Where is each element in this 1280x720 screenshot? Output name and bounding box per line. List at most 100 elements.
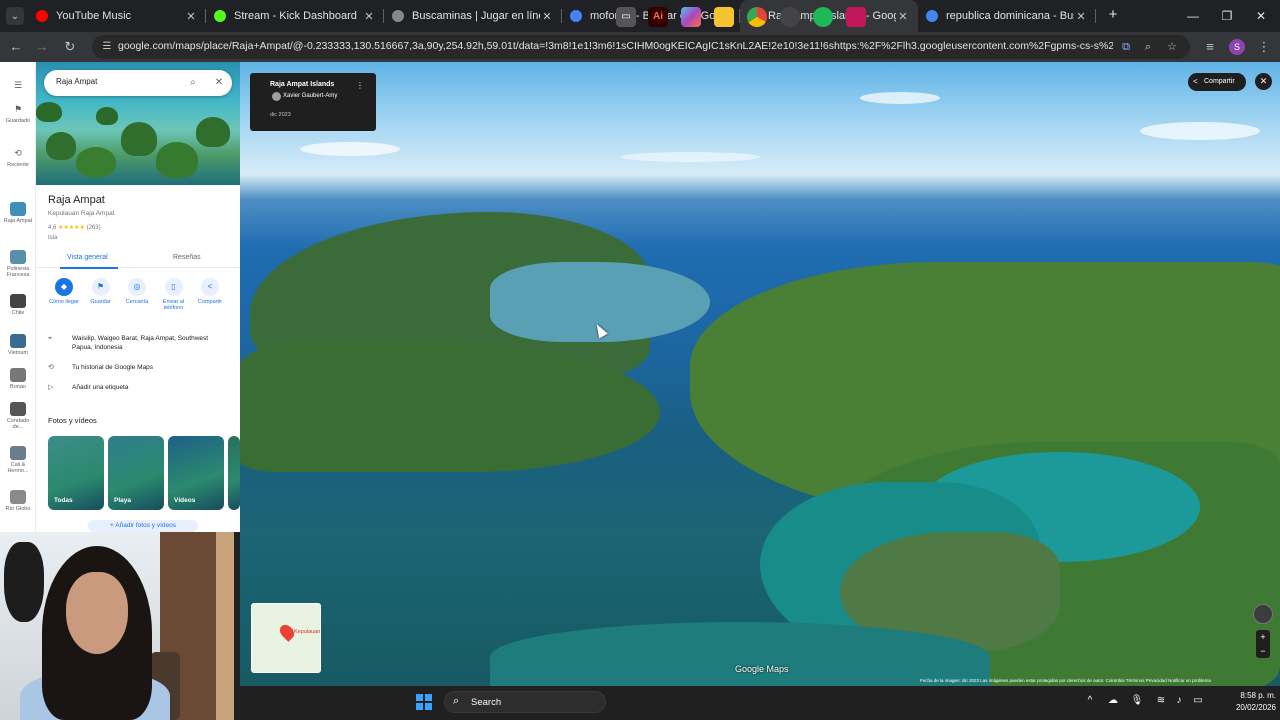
github-desktop-icon[interactable] xyxy=(780,7,800,27)
maximize-button[interactable]: ❐ xyxy=(1210,0,1244,32)
rail-item[interactable]: Río Globo xyxy=(2,490,34,512)
menu-icon[interactable]: ☰ xyxy=(2,78,34,94)
browser-tab[interactable]: Stream - Kick Dashboard ✕ xyxy=(206,0,384,32)
search-icon[interactable]: ⌕ xyxy=(186,76,200,90)
action-button[interactable]: ⚑ Guardar xyxy=(83,278,119,305)
zoom-icon[interactable]: ⌕ xyxy=(1140,39,1156,55)
attribution-bar[interactable]: Fecha de la imagen: dic 2023 Las imágene… xyxy=(920,678,1211,683)
action-button[interactable]: ▯ Enviar al teléfono xyxy=(156,278,192,311)
tab-overview[interactable]: Vista general xyxy=(67,254,108,261)
rating[interactable]: 4,6 ★★★★★ (263) xyxy=(48,224,101,231)
onedrive-icon[interactable]: ☁ xyxy=(1105,695,1121,706)
rail-item[interactable]: ⟲ Reciente xyxy=(2,146,34,168)
rail-item[interactable]: Cali & Hermo... xyxy=(2,446,34,474)
photo-thumbnail[interactable]: Vídeos xyxy=(168,436,224,510)
search-input[interactable] xyxy=(56,77,176,86)
back-button[interactable]: ← xyxy=(6,37,26,57)
history-icon: ⟲ xyxy=(14,148,22,158)
location-pin-icon: ⌖ xyxy=(48,335,52,342)
bookmark-star-icon[interactable]: ☆ xyxy=(1164,39,1180,55)
chrome-menu-icon[interactable]: ⋮ xyxy=(1254,37,1274,57)
add-photos-label: Añadir fotos y vídeos xyxy=(115,522,176,529)
reload-button[interactable]: ↻ xyxy=(60,37,80,57)
task-view-icon[interactable]: ▭ xyxy=(616,7,636,27)
share-label: Compartir xyxy=(1204,78,1235,85)
add-photos-button[interactable]: + Añadir fotos y vídeos xyxy=(88,520,198,532)
rail-item[interactable]: Vietnam xyxy=(2,334,34,356)
photo-author[interactable]: Xavier Gaubert-Amy xyxy=(283,93,337,99)
wifi-icon[interactable]: ≋ xyxy=(1153,695,1169,706)
browser-tab[interactable]: republica dominicana - Buscar con Google… xyxy=(918,0,1096,32)
photo-thumbnail[interactable] xyxy=(228,436,240,510)
show-hidden-icons[interactable]: ^ xyxy=(1082,695,1098,706)
rating-count[interactable]: (263) xyxy=(87,225,101,231)
rail-item-label: Bonao xyxy=(10,384,26,390)
close-tab-icon[interactable]: ✕ xyxy=(540,10,554,23)
close-tab-icon[interactable]: ✕ xyxy=(362,10,376,23)
minesweeper-icon xyxy=(392,10,404,22)
install-app-icon[interactable]: ⧉ xyxy=(1118,39,1134,55)
rail-item[interactable]: Condado de... xyxy=(2,402,34,430)
clear-search-icon[interactable]: ✕ xyxy=(212,76,226,90)
zoom-control[interactable]: + − xyxy=(1256,630,1270,658)
spotify-icon[interactable] xyxy=(813,7,833,27)
windows-start-icon[interactable] xyxy=(416,694,432,710)
site-info-icon[interactable]: ☰ xyxy=(100,40,114,54)
taskbar-search[interactable]: ⌕ Search xyxy=(444,691,606,713)
webcam-guitar xyxy=(4,542,44,622)
info-row[interactable]: ▷ Añadir una etiqueta xyxy=(48,383,228,392)
new-tab-button[interactable]: + xyxy=(1104,6,1122,24)
photo-title[interactable]: Raja Ampat Islands xyxy=(270,81,334,88)
file-explorer-icon[interactable] xyxy=(714,7,734,27)
forward-button[interactable]: → xyxy=(32,37,52,57)
address-bar[interactable]: ☰ google.com/maps/place/Raja+Ampat/@-0.2… xyxy=(92,35,1190,59)
action-button[interactable]: < Compartir xyxy=(192,278,228,305)
rail-item[interactable]: ⚑ Guardado xyxy=(2,102,34,124)
info-row[interactable]: ⌖ Waisilip, Waigeo Barat, Raja Ampat, Sou… xyxy=(48,334,228,352)
share-button[interactable]: < Compartir xyxy=(1188,73,1246,91)
close-window-button[interactable]: ✕ xyxy=(1244,0,1278,32)
more-options-icon[interactable]: ⋮ xyxy=(356,81,364,90)
recent-place-thumbnail xyxy=(10,294,26,308)
info-text: Tu historial de Google Maps xyxy=(72,364,154,371)
info-row[interactable]: ⟲ Tu historial de Google Maps xyxy=(48,363,228,372)
photo-info-card[interactable]: Raja Ampat Islands Xavier Gaubert-Amy di… xyxy=(250,73,376,131)
action-button[interactable]: ◎ Cercanía xyxy=(119,278,155,305)
browser-tab[interactable]: Buscaminas | Jugar en línea gratis✕ xyxy=(384,0,562,32)
copilot-icon[interactable] xyxy=(681,7,701,27)
taskbar-clock[interactable]: 8:58 p. m. 20/02/2026 xyxy=(1224,690,1276,714)
chrome-icon[interactable] xyxy=(747,7,767,27)
tab-search-button[interactable]: ⌄ xyxy=(6,7,24,25)
minimize-button[interactable]: — xyxy=(1176,0,1210,32)
tab-reviews[interactable]: Reseñas xyxy=(173,254,201,261)
google-maps-logo: Google Maps xyxy=(735,664,789,674)
close-photo-button[interactable]: ✕ xyxy=(1255,73,1272,90)
rail-item[interactable]: Raja Ampat xyxy=(2,202,34,224)
browser-tab[interactable]: YouTube Music ✕ xyxy=(28,0,206,32)
volume-icon[interactable]: ♪ xyxy=(1171,695,1187,706)
battery-icon[interactable]: ▭ xyxy=(1190,695,1206,706)
url-text[interactable]: google.com/maps/place/Raja+Ampat/@-0.233… xyxy=(118,40,1113,54)
rail-item[interactable]: Polinesia Francesa xyxy=(2,250,34,278)
profile-avatar[interactable]: S xyxy=(1229,39,1245,55)
photo-thumbnail[interactable]: Todas xyxy=(48,436,104,510)
rail-item[interactable]: Bonao xyxy=(2,368,34,390)
action-button[interactable]: ◆ Cómo llegar xyxy=(46,278,82,305)
illustrator-icon[interactable]: Ai xyxy=(648,7,668,27)
minimap[interactable]: Kepulauan xyxy=(251,603,321,673)
rail-item[interactable]: Chile xyxy=(2,294,34,316)
close-tab-icon[interactable]: ✕ xyxy=(184,10,198,23)
rating-value: 4,6 xyxy=(48,225,57,231)
zoom-in-button[interactable]: + xyxy=(1256,630,1270,644)
close-tab-icon[interactable]: ✕ xyxy=(896,10,910,23)
microphone-icon[interactable]: 🎙 xyxy=(1129,695,1145,706)
photo-thumbnail[interactable]: Playa xyxy=(108,436,164,510)
compass-control[interactable] xyxy=(1253,604,1273,624)
media-controls-icon[interactable]: ≡ xyxy=(1200,37,1220,57)
close-tab-icon[interactable]: ✕ xyxy=(1074,10,1088,23)
obs-icon[interactable] xyxy=(846,7,866,27)
zoom-out-button[interactable]: − xyxy=(1256,644,1270,658)
action-label: Cercanía xyxy=(125,299,149,305)
search-box[interactable]: ⌕ ✕ xyxy=(44,70,232,96)
photo-sphere-view[interactable] xyxy=(240,62,1280,686)
